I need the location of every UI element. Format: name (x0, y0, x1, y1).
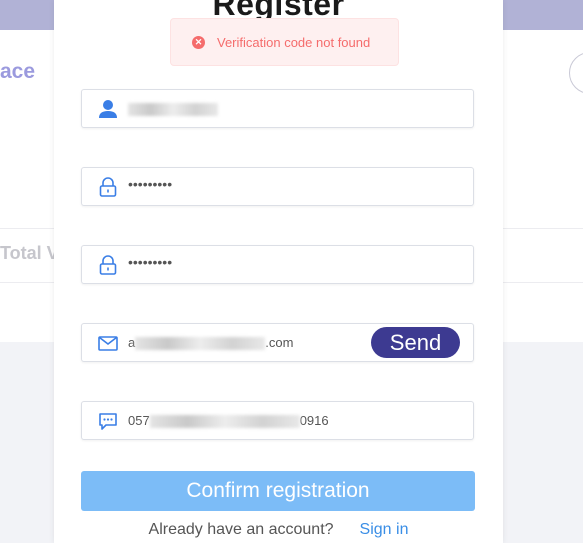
user-icon (99, 100, 117, 118)
email-field[interactable]: a .com Send (81, 323, 474, 362)
error-alert: ✕ Verification code not found (170, 18, 399, 66)
lock-icon (99, 255, 117, 275)
verification-code-value: 057 0916 (128, 413, 329, 429)
password-field[interactable]: ••••••••• (81, 167, 474, 206)
background-section-title: ace (0, 60, 36, 83)
message-icon (99, 413, 117, 430)
confirm-registration-button[interactable]: Confirm registration (81, 471, 475, 511)
confirm-password-field[interactable]: ••••••••• (81, 245, 474, 284)
background-column-header: Total V (0, 243, 59, 263)
email-value: a .com (128, 335, 294, 351)
password-value: ••••••••• (128, 176, 173, 192)
register-modal: Register ✕ Verification code not found •… (54, 0, 503, 543)
username-value (128, 101, 218, 117)
mail-icon (98, 336, 118, 351)
sign-in-link[interactable]: Sign in (360, 521, 409, 538)
confirm-password-value: ••••••••• (128, 254, 173, 270)
username-field[interactable] (81, 89, 474, 128)
account-prompt-text: Already have an account? (148, 521, 334, 538)
send-code-button[interactable]: Send (371, 327, 460, 358)
signin-prompt: Already have an account? Sign in (54, 521, 503, 539)
error-circle-icon: ✕ (192, 35, 205, 49)
lock-icon (99, 177, 117, 197)
alert-message: Verification code not found (217, 34, 371, 50)
verification-code-field[interactable]: 057 0916 (81, 401, 474, 440)
